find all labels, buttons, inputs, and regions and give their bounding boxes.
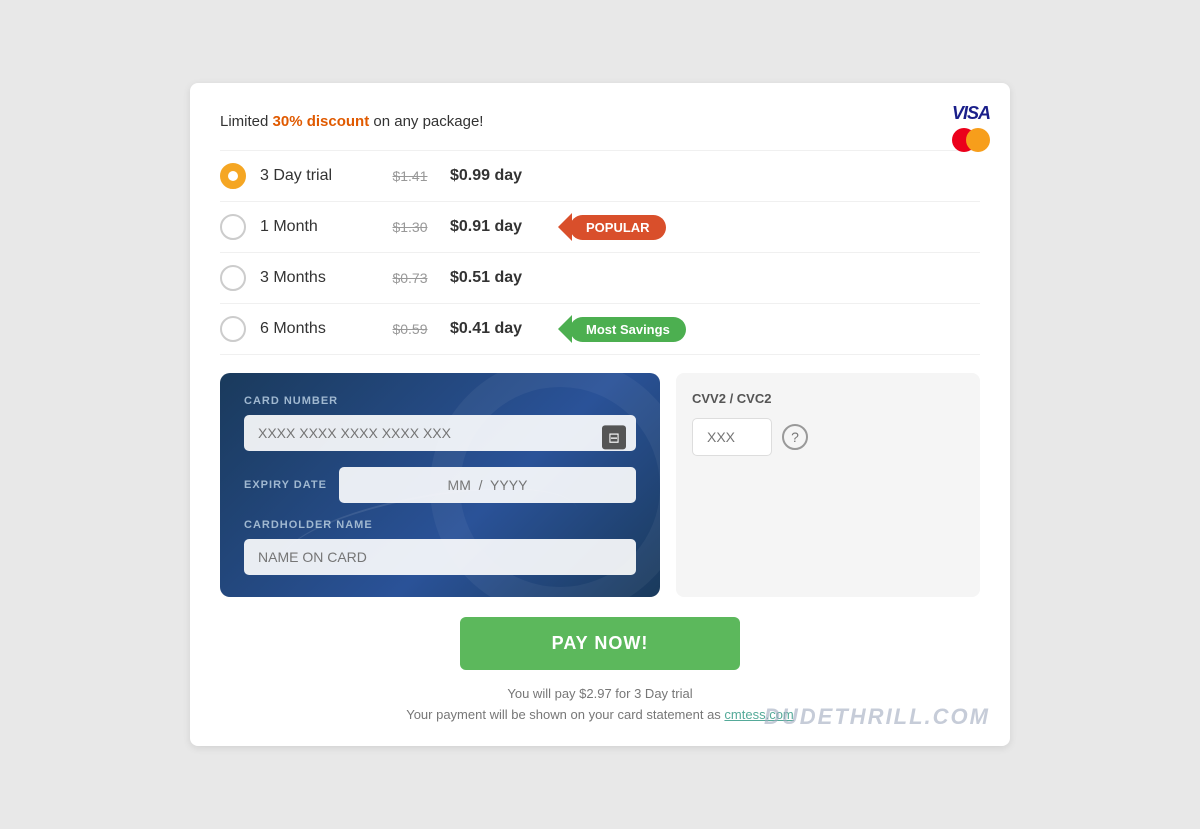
visa-logo: VISA (952, 103, 990, 124)
cvv-section: CVV2 / CVC2 ? (676, 373, 980, 597)
old-price-6months: $0.59 (370, 321, 450, 337)
plan-name-1month: 1 Month (260, 218, 370, 236)
main-card: VISA Limited 30% discount on any package… (190, 83, 1010, 746)
old-price-3day: $1.41 (370, 168, 450, 184)
new-price-6months: $0.41 day (450, 320, 570, 338)
plan-row-6months[interactable]: 6 Months $0.59 $0.41 day Most Savings (220, 304, 980, 355)
mastercard-logo (952, 128, 990, 152)
plan-row-3months[interactable]: 3 Months $0.73 $0.51 day (220, 253, 980, 304)
footer-line1: You will pay $2.97 for 3 Day trial (220, 684, 980, 705)
card-number-input[interactable] (244, 415, 636, 451)
new-price-3months: $0.51 day (450, 269, 570, 287)
discount-highlight: 30% discount (273, 113, 370, 130)
watermark: DUDETHRILL.COM (764, 704, 990, 730)
footer-line2-prefix: Your payment will be shown on your card … (406, 707, 724, 722)
plan-name-3months: 3 Months (260, 269, 370, 287)
card-logos: VISA (952, 103, 990, 152)
plan-row-3day[interactable]: 3 Day trial $1.41 $0.99 day (220, 150, 980, 202)
radio-1month[interactable] (220, 214, 246, 240)
old-price-1month: $1.30 (370, 219, 450, 235)
card-form: CARD NUMBER ⊟ EXPIRY DATE CARDHOLDER NAM… (220, 373, 660, 597)
plan-name-6months: 6 Months (260, 320, 370, 338)
cvv-input-row: ? (692, 418, 964, 456)
radio-3months[interactable] (220, 265, 246, 291)
pay-now-button[interactable]: PAY NOW! (460, 617, 740, 670)
discount-banner: Limited 30% discount on any package! (220, 113, 980, 130)
cvv-input[interactable] (692, 418, 772, 456)
expiry-input[interactable] (339, 467, 636, 503)
expiry-label: EXPIRY DATE (244, 479, 327, 491)
payment-section: CARD NUMBER ⊟ EXPIRY DATE CARDHOLDER NAM… (220, 373, 980, 597)
old-price-3months: $0.73 (370, 270, 450, 286)
new-price-1month: $0.91 day (450, 218, 570, 236)
pricing-options: 3 Day trial $1.41 $0.99 day 1 Month $1.3… (220, 150, 980, 355)
cvv-help-icon[interactable]: ? (782, 424, 808, 450)
radio-3day[interactable] (220, 163, 246, 189)
plan-row-1month[interactable]: 1 Month $1.30 $0.91 day POPULAR (220, 202, 980, 253)
new-price-3day: $0.99 day (450, 167, 570, 185)
cvv-label: CVV2 / CVC2 (692, 391, 964, 406)
discount-suffix: on any package! (369, 113, 483, 130)
card-number-label: CARD NUMBER (244, 395, 636, 407)
mastercard-yellow-circle (966, 128, 990, 152)
cardholder-label: CARDHOLDER NAME (244, 519, 636, 531)
savings-badge: Most Savings (570, 317, 686, 342)
card-number-wrapper: ⊟ (244, 415, 636, 467)
expiry-row: EXPIRY DATE (244, 467, 636, 503)
plan-name-3day: 3 Day trial (260, 167, 370, 185)
radio-6months[interactable] (220, 316, 246, 342)
cardholder-input[interactable] (244, 539, 636, 575)
card-chip-icon: ⊟ (602, 426, 626, 450)
discount-prefix: Limited (220, 113, 273, 130)
popular-badge: POPULAR (570, 215, 666, 240)
